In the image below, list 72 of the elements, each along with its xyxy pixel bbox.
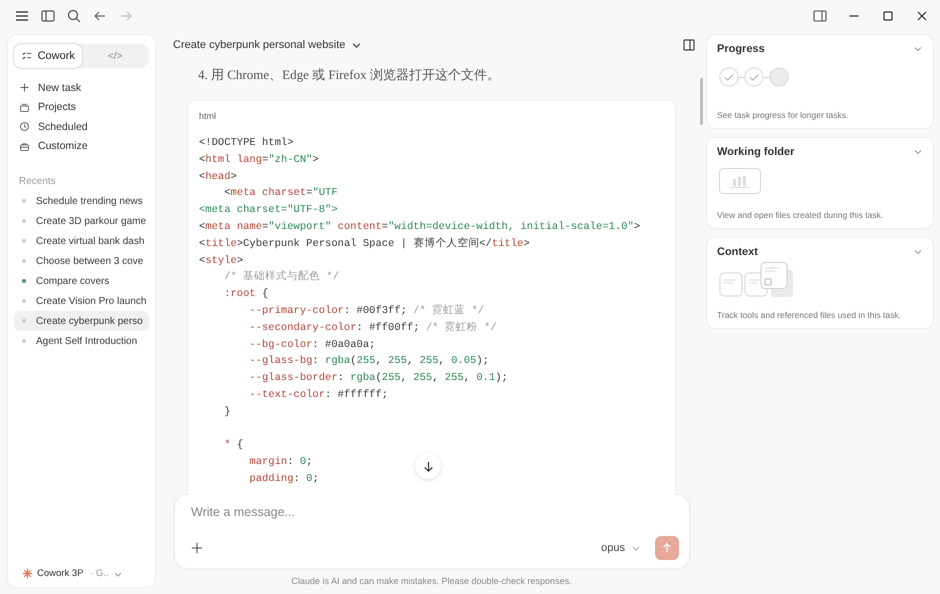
code-line: --glass-border: rgba(255, 255, 255, 0.1); [248,371,508,386]
arrow-up-icon [661,542,673,554]
arrow-down-icon [422,460,434,472]
recent-task-title: Compare covers [36,276,110,286]
code-line: <meta charset="UTF-8"> [199,203,338,218]
plus-icon [19,82,30,94]
recent-task-title: Create virtual bank dash [36,236,144,246]
section-heading: Recents [18,176,57,187]
conversation-title[interactable]: Create cyberpunk personal website [173,39,346,51]
recent-task[interactable]: Choose between 3 cove [14,251,149,271]
panel-toggle-icon[interactable] [681,37,697,53]
code-line: --text-color: #ffffff; [248,388,388,403]
card-description: Track tools and referenced files used in this task. [717,310,902,320]
code-line: --glass-bg: rgba(255, 255, 255, 0.05); [248,354,489,370]
sunburst-logo-icon [22,568,33,579]
recent-task[interactable]: Create virtual bank dash [14,231,149,251]
code-line: <style> [199,254,244,269]
recent-task[interactable]: Create Vision Pro launch [14,291,149,311]
briefcase-icon [19,140,30,152]
recent-task-title: Agent Self Introduction [36,336,138,346]
code-line: <meta name="viewport" content="width=device-width, initial-scale=1.0"> [199,220,640,235]
code-line: /* 基础样式与配色 */ [223,269,340,286]
nav-item[interactable]: Scheduled [14,117,149,136]
nav-item[interactable]: New task [14,78,149,98]
disclaimer-text: Claude is AI and can make mistakes. Please double-check responses. [290,575,573,588]
mode-tab[interactable]: Cowork [14,44,82,68]
card-title[interactable]: Progress [717,43,765,55]
instruction-text: 4. 用 Chrome、Edge 或 Firefox 浏览器打开这个文件。 [197,66,501,84]
recent-task-title: Schedule trending news [36,196,143,206]
message-input[interactable]: Write a message... [191,505,491,519]
panel-toggle-icon[interactable] [812,8,828,24]
recent-task-title: Create 3D parkour game [36,216,146,226]
nav-item[interactable]: Projects [14,98,149,117]
recent-task[interactable]: Create 3D parkour game [14,211,149,231]
recent-task-title: Choose between 3 cove [36,256,144,266]
code-language-label: html [199,111,218,121]
code-line: <html lang="zh-CN"> [199,152,319,168]
card-description: View and open files created during this task. [717,210,884,220]
card-title[interactable]: Working folder [717,146,794,158]
model-selector[interactable]: opus [601,542,625,554]
search-icon[interactable] [66,8,82,24]
account-detail: · G.. [89,568,109,579]
code-line: <meta charset="UTF [223,186,338,202]
chart-folder-icon [719,168,761,194]
checklist-icon [20,50,33,62]
sidebar-toggle-icon[interactable] [40,8,56,24]
code-line: margin: 0; [248,455,312,470]
account-name[interactable]: Cowork 3P [37,568,84,579]
clock-icon [19,121,30,132]
scrollbar-thumb[interactable] [700,78,703,125]
code-line: --primary-color: #00f3ff; /* 霓虹蓝 */ [248,303,484,319]
plus-icon[interactable] [191,542,203,554]
recent-task[interactable]: Compare covers [14,271,149,291]
card-description: See task progress for longer tasks. [717,110,850,120]
code-line: --bg-color: #0a0a0a; [248,338,376,353]
recent-task-title: Create cyberpunk perso [36,316,143,326]
code-line: <head> [199,170,237,185]
code-line: } [223,404,231,420]
recent-task[interactable]: Create cyberpunk perso [14,311,149,331]
tray-icon [19,102,30,113]
code-line: <title>Cyberpunk Personal Space | 赛博个人空间</title> [199,236,530,252]
card-title[interactable]: Context [717,246,758,258]
recent-task[interactable]: Schedule trending news [14,191,149,211]
code-line: --secondary-color: #ff00ff; /* 霓虹粉 */ [248,320,497,336]
nav-item[interactable]: Customize [14,136,149,156]
code-line: :root { [223,287,268,302]
code-line: <!DOCTYPE html> [199,136,294,151]
code-line: * { [223,438,244,454]
recent-task-title: Create Vision Pro launch [36,296,146,306]
documents-icon [719,262,795,298]
code-line: padding: 0; [248,472,319,487]
recent-task[interactable]: Agent Self Introduction [14,331,149,351]
